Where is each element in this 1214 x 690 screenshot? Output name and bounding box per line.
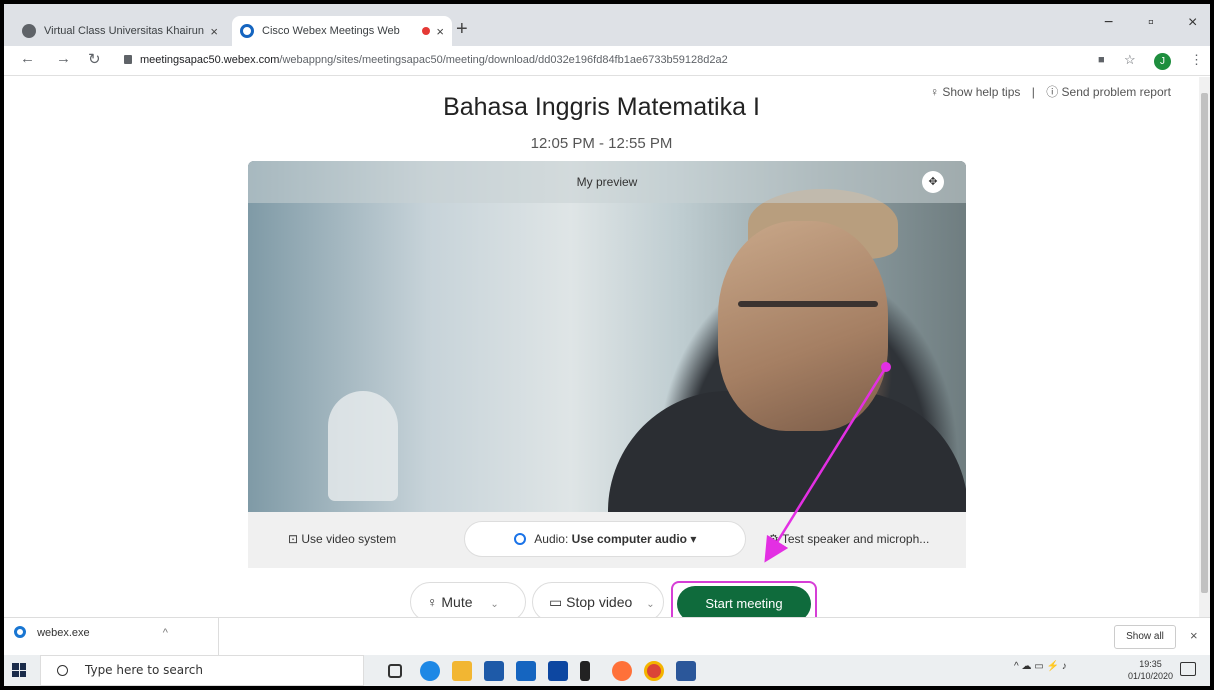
dropbox-icon[interactable]: [548, 661, 568, 681]
browser-window: Virtual Class Universitas Khairun × Cisc…: [4, 4, 1210, 686]
file-explorer-icon[interactable]: [452, 661, 472, 681]
taskbar-search[interactable]: Type here to search: [40, 655, 364, 686]
task-view-icon[interactable]: [388, 664, 402, 678]
url-path: /webappng/sites/meetingsapac50/meeting/d…: [279, 54, 728, 66]
notification-icon[interactable]: [1180, 662, 1196, 676]
audio-dropdown[interactable]: Audio: Use computer audio ▾: [464, 521, 746, 557]
test-speaker-label: Test speaker and microph...: [781, 532, 930, 546]
mute-button[interactable]: ♀ Mute ⌄: [410, 582, 526, 622]
preview-label: My preview: [248, 161, 966, 203]
webex-page: ♀ Show help tips | ⓘ Send problem report…: [4, 77, 1199, 627]
chevron-down-icon: ▾: [690, 532, 697, 546]
profile-avatar[interactable]: J: [1154, 53, 1171, 70]
meeting-title: Bahasa Inggris Matematika I: [443, 93, 760, 121]
download-item[interactable]: webex.exe ^: [14, 626, 168, 639]
webex-icon: [14, 626, 26, 638]
show-all-button[interactable]: Show all: [1114, 625, 1176, 649]
preview-options-bar: ⊡ Use video system Audio: Use computer a…: [248, 512, 966, 568]
divider: [218, 618, 219, 656]
use-video-system-button[interactable]: ⊡ Use video system: [288, 532, 396, 546]
windows-start-icon[interactable]: [12, 663, 26, 677]
word-icon[interactable]: [676, 661, 696, 681]
video-preview: My preview ✥: [248, 161, 966, 565]
forward-arrow-icon[interactable]: →: [56, 50, 71, 67]
close-download-bar-icon[interactable]: ×: [1190, 628, 1198, 643]
audio-prefix: Audio:: [534, 532, 569, 546]
change-background-icon[interactable]: ✥: [922, 171, 944, 193]
tab-close-icon[interactable]: ×: [210, 24, 218, 39]
cast-icon: ⊡: [288, 532, 302, 546]
edge-icon[interactable]: [420, 661, 440, 681]
minimize-button[interactable]: −: [1104, 14, 1113, 32]
address-toolbar: ← → ↻ meetingsapac50.webex.com/webappng/…: [4, 46, 1210, 76]
scroll-thumb[interactable]: [1201, 93, 1208, 593]
video-camera-icon: ▭: [549, 594, 567, 610]
microphone-icon: ♀: [427, 594, 442, 610]
close-window-button[interactable]: ×: [1188, 14, 1197, 32]
tab-close-icon[interactable]: ×: [436, 24, 444, 39]
star-icon[interactable]: ☆: [1124, 52, 1136, 68]
globe-icon: [22, 24, 36, 38]
winamp-icon[interactable]: [580, 661, 590, 681]
back-arrow-icon[interactable]: ←: [20, 50, 35, 67]
chevron-down-icon: ⌄: [490, 599, 499, 610]
page-scrollbar[interactable]: [1199, 77, 1210, 617]
clock-time: 19:35: [1139, 659, 1162, 669]
meeting-time: 12:05 PM - 12:55 PM: [530, 135, 673, 152]
tab-strip: Virtual Class Universitas Khairun × Cisc…: [4, 4, 1210, 46]
firefox-icon[interactable]: [612, 661, 632, 681]
menu-dots-icon[interactable]: ⋮: [1190, 52, 1203, 68]
camera-feed: [248, 161, 966, 565]
taskbar-clock[interactable]: 19:35 01/10/2020: [1128, 658, 1173, 682]
reload-icon[interactable]: ↻: [88, 50, 101, 68]
stop-video-label: Stop video: [566, 594, 633, 610]
system-tray-icons[interactable]: ^ ☁ ▭ ⚡ ♪: [1014, 661, 1067, 672]
url-bar[interactable]: meetingsapac50.webex.com/webappng/sites/…: [124, 54, 728, 66]
chevron-up-icon[interactable]: ^: [163, 627, 168, 639]
chevron-down-icon: ⌄: [646, 599, 655, 610]
stop-video-button[interactable]: ▭ Stop video ⌄: [532, 582, 664, 622]
download-filename: webex.exe: [37, 627, 90, 639]
audio-value: Use computer audio: [571, 532, 688, 546]
camera-icon[interactable]: ■: [1098, 54, 1105, 66]
tab-webex[interactable]: Cisco Webex Meetings Web ×: [232, 16, 452, 46]
tab-title: Virtual Class Universitas Khairun: [44, 25, 204, 37]
restore-button[interactable]: ▫: [1148, 14, 1154, 32]
webex-icon: [240, 24, 254, 38]
use-video-system-label: Use video system: [301, 532, 397, 546]
url-domain: meetingsapac50.webex.com: [140, 54, 280, 66]
mail-icon[interactable]: [516, 661, 536, 681]
search-icon: [57, 665, 68, 676]
speaker-gear-icon: ⚙: [768, 532, 782, 546]
headset-icon: [513, 533, 526, 545]
store-icon[interactable]: [484, 661, 504, 681]
mute-label: Mute: [441, 594, 473, 610]
new-tab-button[interactable]: +: [456, 18, 468, 41]
clock-date: 01/10/2020: [1128, 671, 1174, 681]
test-speaker-button[interactable]: ⚙ Test speaker and microph...: [768, 532, 929, 546]
tab-title: Cisco Webex Meetings Web: [262, 25, 400, 37]
lock-icon: [124, 55, 132, 64]
download-bar: webex.exe ^ Show all ×: [4, 617, 1210, 656]
recording-icon: [422, 27, 431, 35]
windows-taskbar: Type here to search ^ ☁ ▭ ⚡ ♪ 19:35 01/1…: [4, 655, 1210, 686]
search-placeholder: Type here to search: [85, 663, 203, 677]
tab-virtual-class[interactable]: Virtual Class Universitas Khairun ×: [14, 16, 226, 46]
chrome-icon[interactable]: [644, 661, 664, 681]
